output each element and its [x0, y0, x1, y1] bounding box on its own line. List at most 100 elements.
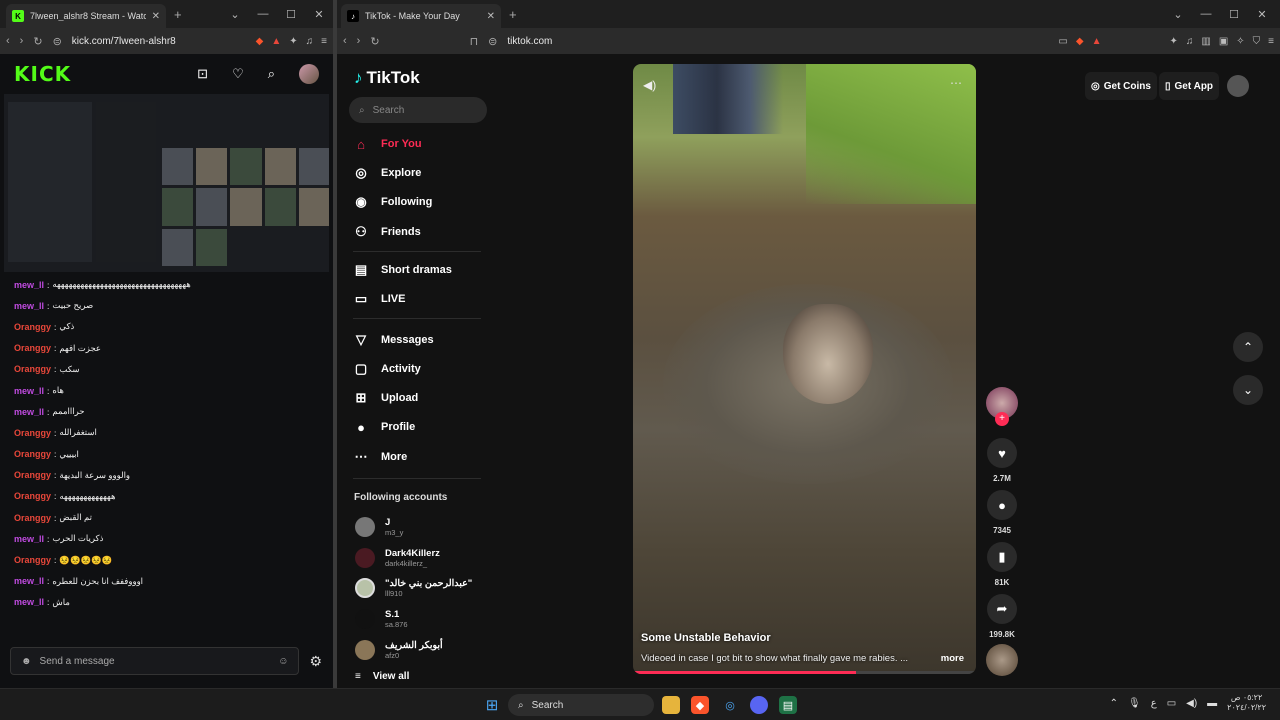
- nav-following[interactable]: ◉ Following: [353, 190, 503, 214]
- video-progress-bar[interactable]: [633, 671, 976, 674]
- maximize-icon[interactable]: ☐: [1220, 8, 1248, 21]
- leo-icon[interactable]: ✧: [1236, 36, 1244, 47]
- brave-shield-icon[interactable]: ◆: [256, 36, 264, 47]
- chat-username[interactable]: Oranggy: [14, 364, 51, 374]
- minimize-icon[interactable]: —: [249, 8, 277, 20]
- comment-icon[interactable]: ●: [987, 490, 1017, 520]
- stream-player[interactable]: [4, 94, 329, 272]
- kick-logo[interactable]: KICK: [14, 62, 71, 86]
- emote-menu-icon[interactable]: ☻: [21, 656, 32, 667]
- close-window-icon[interactable]: ✕: [1248, 8, 1276, 21]
- account-item[interactable]: Jm3_y: [355, 514, 495, 540]
- microphone-icon[interactable]: 🎙: [1128, 698, 1141, 709]
- chat-settings-icon[interactable]: ⚙: [309, 653, 322, 670]
- follow-plus-icon[interactable]: +: [995, 412, 1009, 426]
- nav-explore[interactable]: ◎ Explore: [353, 161, 503, 185]
- chat-username[interactable]: Oranggy: [14, 470, 51, 480]
- sheets-icon[interactable]: ▤: [779, 696, 797, 714]
- video-options-icon[interactable]: ⋯: [950, 76, 962, 90]
- user-avatar[interactable]: [299, 64, 319, 84]
- network-icon[interactable]: ▭: [1167, 698, 1176, 709]
- video-more-link[interactable]: more: [941, 653, 964, 664]
- sound-disc[interactable]: [986, 644, 1018, 676]
- reload-icon[interactable]: ↻: [33, 35, 42, 48]
- volume-icon[interactable]: ◀): [643, 78, 656, 92]
- tray-chevron-icon[interactable]: ⌃: [1110, 698, 1118, 709]
- heart-icon[interactable]: ♥: [987, 438, 1017, 468]
- nav-profile[interactable]: ● Profile: [353, 415, 503, 439]
- chat-username[interactable]: Oranggy: [14, 555, 51, 565]
- chat-username[interactable]: mew_ll: [14, 534, 44, 544]
- taskbar-search[interactable]: ⌕ Search: [508, 694, 654, 716]
- site-info-icon[interactable]: ⊜: [53, 35, 62, 48]
- battery-icon[interactable]: ▬: [1207, 698, 1217, 709]
- extensions-icon[interactable]: ✦: [289, 36, 297, 47]
- comment-action[interactable]: ● 7345: [986, 490, 1018, 535]
- language-icon[interactable]: ع: [1151, 698, 1157, 709]
- chat-username[interactable]: mew_ll: [14, 386, 44, 396]
- profile-avatar-button[interactable]: [1227, 75, 1249, 97]
- minimize-icon[interactable]: —: [1192, 8, 1220, 20]
- close-tab-icon[interactable]: ✕: [487, 11, 495, 22]
- discord-icon[interactable]: [750, 696, 768, 714]
- close-window-icon[interactable]: ✕: [305, 8, 333, 21]
- chat-username[interactable]: Oranggy: [14, 343, 51, 353]
- chat-username[interactable]: Oranggy: [14, 491, 51, 501]
- reload-icon[interactable]: ↻: [370, 35, 379, 48]
- url-field[interactable]: kick.com/7lween-alshr8: [72, 36, 246, 47]
- view-all-link[interactable]: ≡ View all: [355, 671, 409, 682]
- nav-messages[interactable]: ▽ Messages: [353, 328, 503, 352]
- media-icon[interactable]: ♫: [306, 36, 314, 47]
- menu-icon[interactable]: ≡: [1268, 36, 1274, 47]
- tiktok-logo[interactable]: ♪ TikTok: [354, 68, 420, 88]
- save-action[interactable]: ▮ 81K: [986, 542, 1018, 587]
- next-video-button[interactable]: ⌄: [1233, 375, 1263, 405]
- chat-username[interactable]: mew_ll: [14, 301, 44, 311]
- back-icon[interactable]: ‹: [343, 35, 347, 47]
- extensions-icon[interactable]: ✦: [1169, 36, 1177, 47]
- like-action[interactable]: ♥ 2.7M: [986, 438, 1018, 483]
- chat-input[interactable]: ☻ Send a message ☺: [10, 647, 300, 675]
- chat-username[interactable]: mew_ll: [14, 280, 44, 290]
- chat-username[interactable]: mew_ll: [14, 576, 44, 586]
- forward-icon[interactable]: ›: [20, 35, 24, 47]
- file-explorer-icon[interactable]: [662, 696, 680, 714]
- brave-icon[interactable]: ◆: [691, 696, 709, 714]
- emoji-icon[interactable]: ☺: [278, 656, 288, 667]
- rewards-icon[interactable]: ▲: [271, 36, 281, 47]
- video-player[interactable]: ◀) ⋯ Some Unstable Behavior Videoed in c…: [633, 64, 976, 674]
- nav-friends[interactable]: ⚇ Friends: [353, 220, 503, 244]
- tab-search-icon[interactable]: ⌄: [221, 8, 249, 21]
- nav-upload[interactable]: ⊞ Upload: [353, 386, 503, 410]
- nav-for-you[interactable]: ⌂ For You: [353, 132, 503, 156]
- chat-username[interactable]: mew_ll: [14, 597, 44, 607]
- share-action[interactable]: ➦ 199.8K: [986, 594, 1018, 639]
- account-item[interactable]: أبوبكر الشريف afz0: [355, 637, 495, 663]
- url-field[interactable]: tiktok.com: [507, 36, 1048, 47]
- forward-icon[interactable]: ›: [357, 35, 361, 47]
- search-input[interactable]: ⌕ Search: [349, 97, 487, 123]
- nav-live[interactable]: ▭ LIVE: [353, 287, 503, 311]
- browse-icon[interactable]: ⊡: [197, 66, 208, 82]
- chat-username[interactable]: Oranggy: [14, 428, 51, 438]
- rewards-icon[interactable]: ▲: [1092, 36, 1102, 47]
- vpn-icon[interactable]: ⛉: [1253, 36, 1261, 47]
- cast-icon[interactable]: ▭: [1058, 36, 1067, 47]
- volume-icon[interactable]: ◀): [1186, 698, 1197, 709]
- heart-icon[interactable]: ♡: [232, 66, 244, 82]
- back-icon[interactable]: ‹: [6, 35, 10, 47]
- edge-icon[interactable]: ◎: [721, 696, 739, 714]
- maximize-icon[interactable]: ☐: [277, 8, 305, 21]
- share-icon[interactable]: ➦: [987, 594, 1017, 624]
- tab-search-icon[interactable]: ⌄: [1164, 8, 1192, 21]
- new-tab-icon[interactable]: +: [174, 7, 182, 22]
- chat-username[interactable]: Oranggy: [14, 513, 51, 523]
- account-item[interactable]: "عبدالرحمن بني خالد" lll910: [355, 575, 495, 601]
- get-coins-button[interactable]: ◎ Get Coins: [1085, 72, 1157, 100]
- chat-username[interactable]: Oranggy: [14, 322, 51, 332]
- new-tab-icon[interactable]: +: [509, 7, 517, 22]
- chat-username[interactable]: mew_ll: [14, 407, 44, 417]
- sidebar-icon[interactable]: ▥: [1201, 36, 1210, 47]
- tab-tiktok[interactable]: ♪ TikTok - Make Your Day ✕: [341, 4, 501, 28]
- tab-kick[interactable]: K 7lween_alshr8 Stream - Watch L ✕: [6, 4, 166, 28]
